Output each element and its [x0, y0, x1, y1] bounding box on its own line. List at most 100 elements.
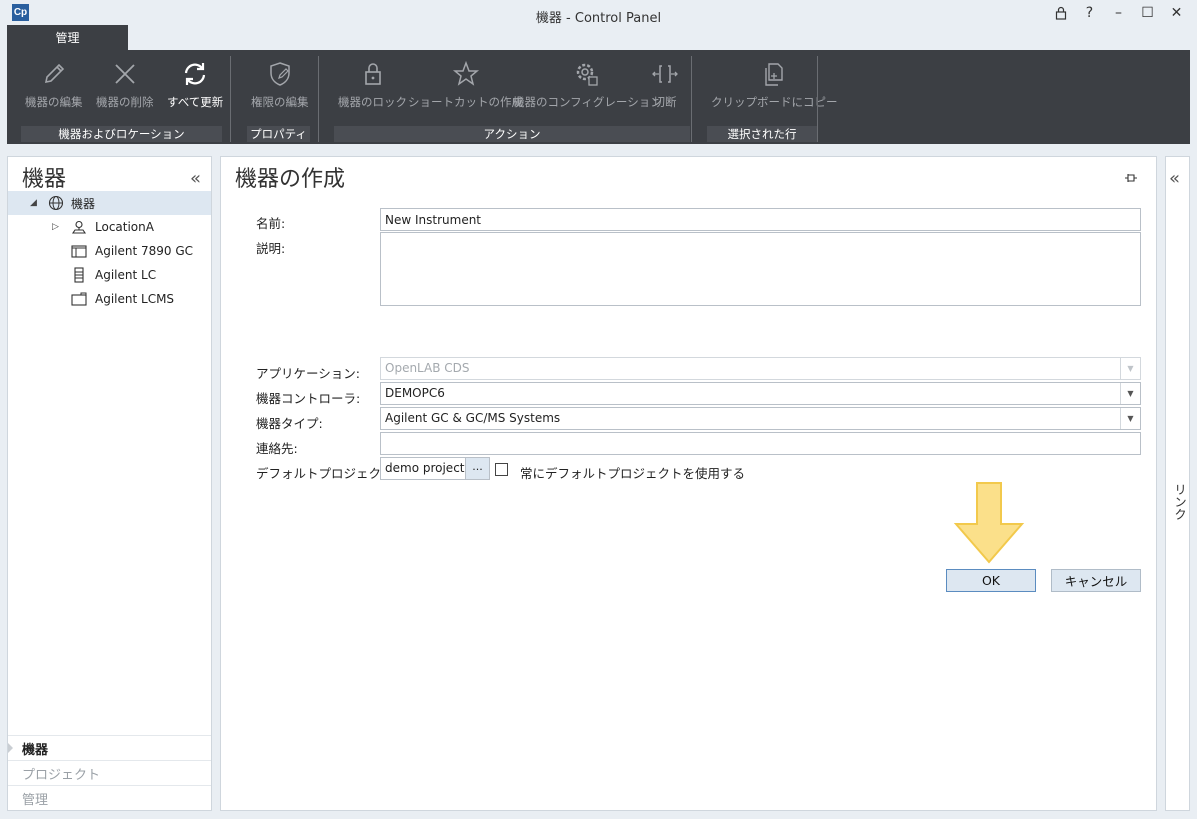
- x-icon: [109, 58, 141, 90]
- name-label: 名前:: [256, 216, 286, 231]
- ribbon-group-label: プロパティ: [247, 126, 310, 142]
- chevron-down-icon: ▼: [1120, 358, 1140, 379]
- always-use-default-label: 常にデフォルトプロジェクトを使用する: [520, 466, 746, 481]
- delete-instrument-label: 機器の削除: [96, 95, 154, 109]
- tree-item-agilent-lc[interactable]: Agilent LC: [8, 263, 211, 287]
- default-project-value: demo project: [385, 461, 465, 475]
- browse-project-button[interactable]: ...: [465, 458, 489, 479]
- navigation-panel: 機器 « ◢ 機器 ▷ LocationA Agilent 7890 GC Ag…: [7, 156, 212, 811]
- collapse-icon[interactable]: «: [190, 168, 201, 189]
- application-value: OpenLAB CDS: [385, 361, 470, 375]
- edit-permissions-button[interactable]: 権限の編集: [251, 58, 309, 114]
- ribbon-group-label: アクション: [334, 126, 690, 142]
- ribbon-group-instruments: 機器の編集 機器の削除 すべて更新 機器およびロケーション: [7, 50, 229, 144]
- description-label: 説明:: [256, 241, 286, 256]
- page-title: 機器の作成: [235, 167, 346, 192]
- instrument-type-select[interactable]: Agilent GC & GC/MS Systems ▼: [380, 407, 1141, 430]
- edit-permissions-label: 権限の編集: [251, 95, 309, 109]
- location-icon: [71, 219, 87, 235]
- ribbon-group-properties: 権限の編集 プロパティ: [231, 50, 317, 144]
- nav-projects[interactable]: プロジェクト: [8, 760, 211, 785]
- section-nav: 機器 プロジェクト 管理: [8, 735, 211, 810]
- instrument-tree: ◢ 機器 ▷ LocationA Agilent 7890 GC Agilent…: [8, 191, 211, 311]
- refresh-all-button[interactable]: すべて更新: [167, 58, 223, 114]
- disconnect-label: 切断: [653, 95, 677, 109]
- default-project-label: デフォルトプロジェクト:: [256, 466, 398, 481]
- tree-item-label: Agilent LCMS: [95, 292, 175, 306]
- lc-instrument-icon: [71, 267, 87, 283]
- lcms-instrument-icon: [71, 291, 87, 307]
- close-icon[interactable]: ✕: [1162, 2, 1191, 24]
- tree-item-label: LocationA: [95, 220, 154, 234]
- links-label[interactable]: リンク: [1170, 483, 1189, 521]
- expanded-arrow-icon[interactable]: ◢: [30, 198, 37, 208]
- gear-icon: [571, 58, 603, 90]
- hint-arrow-icon: [953, 482, 1025, 564]
- tree-item-location-a[interactable]: ▷ LocationA: [8, 215, 211, 239]
- star-icon: [450, 58, 482, 90]
- always-use-default-checkbox[interactable]: [495, 463, 508, 476]
- tree-item-label: Agilent LC: [95, 268, 157, 282]
- window-title: 機器 - Control Panel: [535, 11, 662, 26]
- maximize-icon[interactable]: ☐: [1133, 2, 1162, 24]
- ribbon: 機器の編集 機器の削除 すべて更新 機器およびロケーション 権限の編集 プロパテ…: [7, 50, 1190, 144]
- expand-icon[interactable]: «: [1169, 168, 1180, 189]
- copy-to-clipboard-label: クリップボードにコピー: [711, 95, 838, 109]
- refresh-icon: [179, 58, 211, 90]
- controller-label: 機器コントローラ:: [256, 391, 361, 406]
- edit-instrument-button[interactable]: 機器の編集: [25, 58, 83, 114]
- minimize-icon[interactable]: –: [1104, 2, 1133, 24]
- default-project-field[interactable]: demo project ...: [380, 457, 490, 480]
- tree-item-instruments[interactable]: ◢ 機器: [8, 191, 211, 215]
- tree-item-agilent-7890-gc[interactable]: Agilent 7890 GC: [8, 239, 211, 263]
- shield-pencil-icon: [264, 58, 296, 90]
- ribbon-group-actions: 機器のロック ショートカットの作成 機器のコンフィグレーション 切断 アクション: [319, 50, 691, 144]
- create-shortcut-button[interactable]: ショートカットの作成: [408, 58, 523, 114]
- name-input[interactable]: [380, 208, 1141, 231]
- title-bar: Cp 機器 - Control Panel ? – ☐ ✕: [0, 0, 1197, 26]
- window-controls: ? – ☐ ✕: [1046, 2, 1191, 24]
- ribbon-separator: [817, 56, 818, 142]
- links-panel: « リンク: [1165, 156, 1190, 811]
- application-label: アプリケーション:: [256, 366, 360, 381]
- configure-instrument-label: 機器のコンフィグレーション: [513, 95, 662, 109]
- contact-input[interactable]: [380, 432, 1141, 455]
- controller-select[interactable]: DEMOPC6 ▼: [380, 382, 1141, 405]
- nav-instruments[interactable]: 機器: [8, 735, 211, 760]
- copy-icon: [758, 58, 790, 90]
- expand-arrow-icon[interactable]: ▷: [52, 222, 59, 232]
- cancel-button[interactable]: キャンセル: [1051, 569, 1141, 592]
- edit-instrument-label: 機器の編集: [25, 95, 83, 109]
- help-icon[interactable]: ?: [1075, 2, 1104, 24]
- pin-icon[interactable]: [1124, 171, 1138, 185]
- gc-instrument-icon: [71, 243, 87, 259]
- contact-label: 連絡先:: [256, 441, 298, 456]
- chevron-down-icon: ▼: [1120, 383, 1140, 404]
- lock-icon[interactable]: [1046, 2, 1075, 24]
- refresh-all-label: すべて更新: [167, 95, 224, 109]
- application-select[interactable]: OpenLAB CDS ▼: [380, 357, 1141, 380]
- ribbon-tab-manage[interactable]: 管理: [7, 25, 128, 50]
- ribbon-group-label: 選択された行: [707, 126, 817, 142]
- chevron-down-icon: ▼: [1120, 408, 1140, 429]
- disconnect-button[interactable]: 切断: [649, 58, 681, 114]
- ok-button[interactable]: OK: [946, 569, 1036, 592]
- lock-instrument-button[interactable]: 機器のロック: [338, 58, 407, 114]
- nav-administration[interactable]: 管理: [8, 785, 211, 810]
- ribbon-group-selected-rows: クリップボードにコピー 選択された行: [692, 50, 838, 144]
- delete-instrument-button[interactable]: 機器の削除: [96, 58, 154, 114]
- create-shortcut-label: ショートカットの作成: [408, 95, 523, 109]
- disconnect-icon: [649, 58, 681, 90]
- copy-to-clipboard-button[interactable]: クリップボードにコピー: [711, 58, 838, 114]
- lock-instrument-label: 機器のロック: [338, 95, 407, 109]
- controller-value: DEMOPC6: [385, 386, 445, 400]
- instrument-type-label: 機器タイプ:: [256, 416, 323, 431]
- instrument-type-value: Agilent GC & GC/MS Systems: [385, 411, 561, 425]
- ribbon-group-label: 機器およびロケーション: [21, 126, 222, 142]
- lock-icon: [357, 58, 389, 90]
- tree-item-agilent-lcms[interactable]: Agilent LCMS: [8, 287, 211, 311]
- create-instrument-panel: 機器の作成 名前: 説明: アプリケーション: OpenLAB CDS ▼ 機器…: [220, 156, 1157, 811]
- configure-instrument-button[interactable]: 機器のコンフィグレーション: [513, 58, 662, 114]
- description-textarea[interactable]: [380, 232, 1141, 306]
- panel-title: 機器: [22, 167, 67, 192]
